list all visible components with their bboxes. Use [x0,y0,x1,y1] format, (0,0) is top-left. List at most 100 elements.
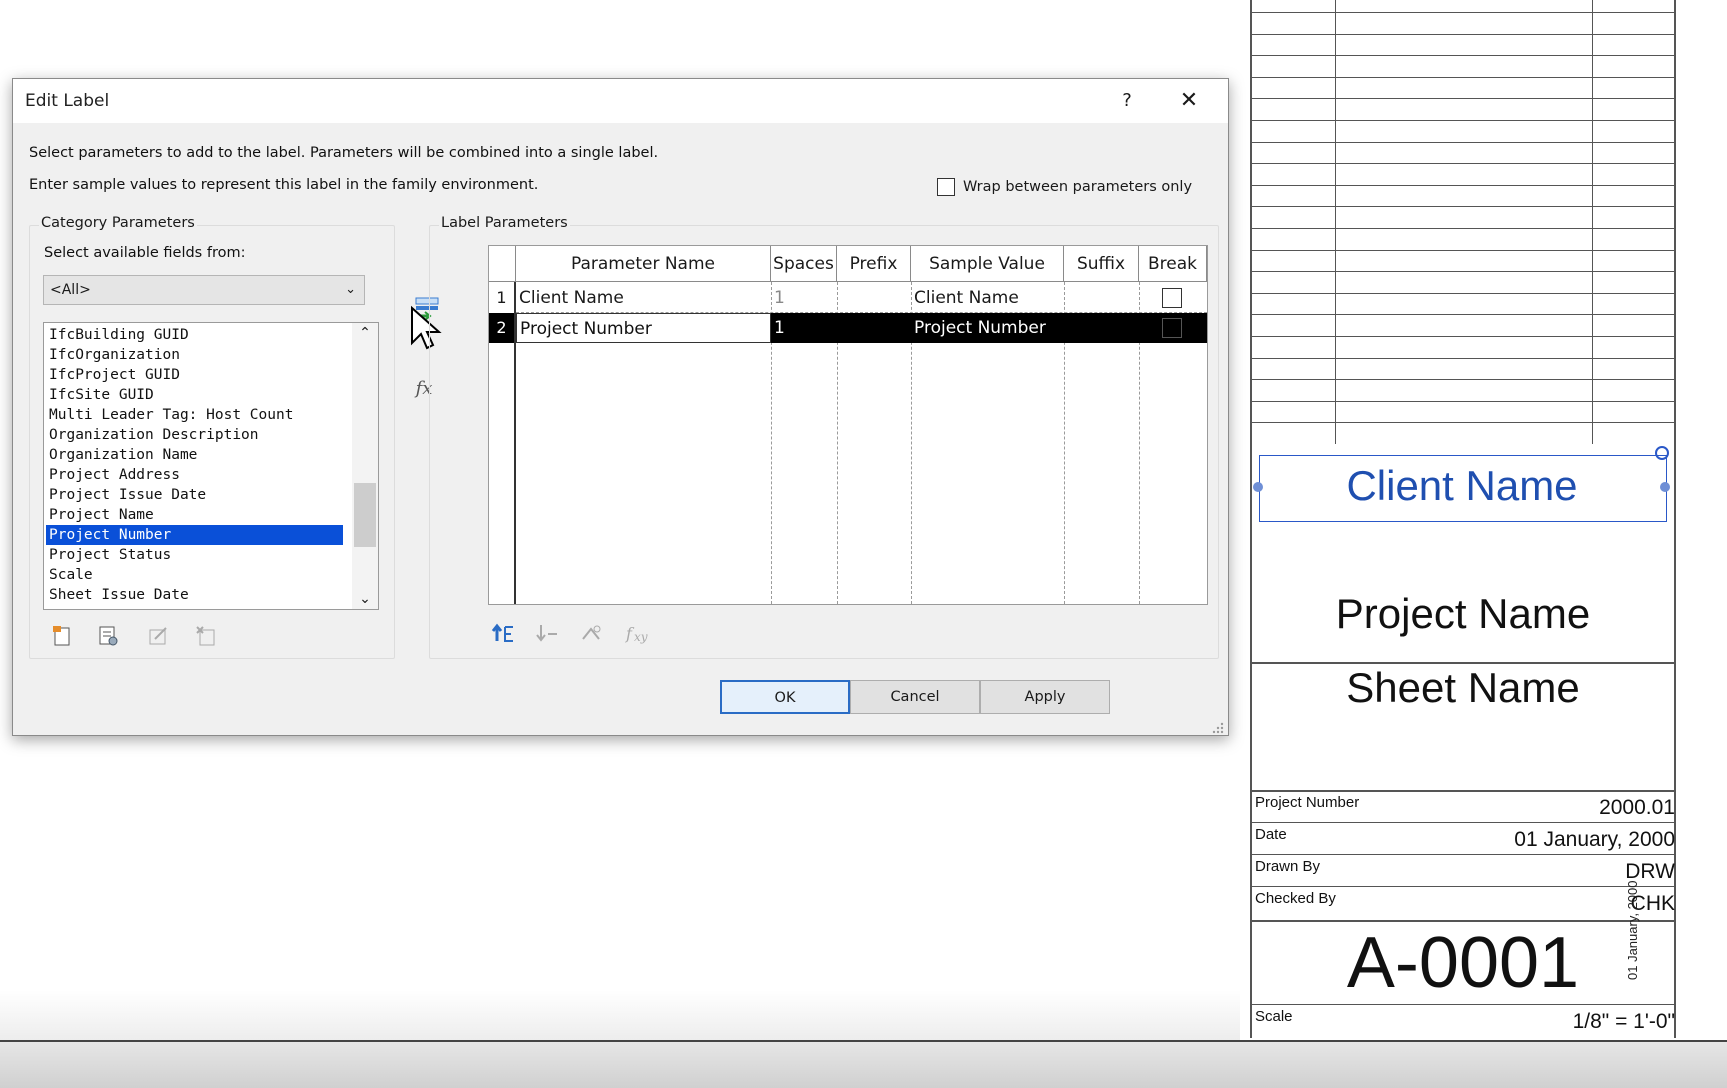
cell-spaces[interactable]: 1 [771,313,837,343]
list-item[interactable]: Organization Description [46,425,343,445]
schedule-row-line [1250,55,1676,56]
list-item[interactable]: Project Status [46,545,343,565]
dialog-title: Edit Label [25,91,110,111]
status-bar [0,1040,1727,1088]
footer-fade [0,990,1240,1040]
label-parameters-title: Label Parameters [439,215,570,231]
row-number[interactable]: 1 [489,283,516,313]
break-checkbox[interactable] [1162,288,1182,308]
close-button[interactable]: ✕ [1168,85,1210,117]
tb-scale-label: Scale [1255,1008,1293,1025]
titleblock-divider [1250,854,1676,855]
titleblock-divider [1250,822,1676,823]
list-item[interactable]: Scale [46,565,343,585]
schedule-divider [1592,0,1593,444]
list-item[interactable]: Project Address [46,465,343,485]
edit-label-dialog: Edit Label ? ✕ Select parameters to add … [12,78,1229,736]
cell-spaces[interactable]: 1 [771,283,837,313]
titleblock-sheet-name: Sheet Name [1346,664,1580,711]
chevron-down-icon: ⌄ [345,282,356,297]
schedule-row-line [1250,401,1676,402]
schedule-row-line [1250,34,1676,35]
new-parameter-icon[interactable] [49,623,75,649]
list-item-selected[interactable]: Project Number [46,525,343,545]
cell-prefix[interactable] [837,313,911,343]
move-down-icon[interactable] [535,621,561,647]
column-header-sample-value[interactable]: Sample Value [911,246,1064,282]
tb-field-label: Project Number [1255,794,1360,811]
delete-parameter-icon[interactable] [193,623,219,649]
cell-parameter-name-editing[interactable]: Project Number [516,313,771,343]
schedule-row-line [1250,271,1676,272]
tb-field-value: 01 January, 2000 [1514,828,1675,851]
scrollbar-thumb[interactable] [354,483,376,547]
scroll-down-icon[interactable]: ⌄ [352,591,378,607]
tb-field-label: Checked By [1255,890,1336,907]
schedule-row-line [1250,422,1676,423]
instruction-text: Select parameters to add to the label. P… [29,145,659,161]
schedule-row-line [1250,12,1676,13]
list-item[interactable]: IfcProject GUID [46,365,343,385]
select-fields-label: Select available fields from: [44,245,246,261]
help-button[interactable]: ? [1108,87,1146,115]
schedule-row-line [1250,228,1676,229]
modify-parameter-icon[interactable] [145,623,171,649]
schedule-row-line [1250,293,1676,294]
tb-field-value: 2000.01 [1599,796,1675,819]
list-item[interactable]: IfcSite GUID [46,385,343,405]
rotate-grip-icon[interactable] [1655,446,1669,460]
break-checkbox[interactable] [1162,318,1182,338]
category-parameters-list[interactable]: IfcBuilding GUID IfcOrganization IfcProj… [43,322,379,610]
schedule-row-line [1250,98,1676,99]
titleblock-divider [1250,1004,1676,1005]
list-item[interactable]: Sheet Issue Date [46,585,343,605]
label-parameters-grid[interactable]: Parameter Name Spaces Prefix Sample Valu… [488,245,1208,605]
list-item[interactable]: Project Issue Date [46,485,343,505]
cancel-button[interactable]: Cancel [850,680,980,714]
cell-prefix[interactable] [837,283,911,313]
cell-parameter-name[interactable]: Client Name [516,283,771,313]
column-header-break[interactable]: Break [1139,246,1207,282]
list-scrollbar[interactable]: ⌃ ⌄ [352,323,378,609]
cell-suffix[interactable] [1064,283,1139,313]
fields-source-dropdown[interactable]: <All> ⌄ [43,275,365,305]
edit-parameter-icon[interactable] [95,623,121,649]
column-header-prefix[interactable]: Prefix [837,246,911,282]
cell-sample-value[interactable]: Client Name [911,283,1064,313]
resize-grip-icon[interactable] [1212,719,1224,734]
apply-button[interactable]: Apply [980,680,1110,714]
dropdown-value: <All> [50,282,91,298]
schedule-divider [1335,0,1336,444]
move-up-icon[interactable] [491,621,517,647]
titleblock-project-name: Project Name [1335,590,1591,637]
edit-units-icon[interactable] [579,621,605,647]
list-item[interactable]: Project Name [46,505,343,525]
schedule-row-line [1250,379,1676,380]
list-item[interactable]: IfcBuilding GUID [46,325,343,345]
column-header-suffix[interactable]: Suffix [1064,246,1139,282]
list-item[interactable]: IfcOrganization [46,345,343,365]
scroll-up-icon[interactable]: ⌃ [352,325,378,341]
row-number[interactable]: 2 [489,313,516,343]
tb-scale-value: 1/8" = 1'-0" [1572,1010,1675,1033]
list-item[interactable]: Organization Name [46,445,343,465]
titleblock-client-name: Client Name [1346,462,1578,509]
vertical-date: 01 January, 2000 [1625,880,1640,981]
schedule-row-line [1250,120,1676,121]
titleblock-sheet-number: A-0001 [1346,923,1580,1003]
formula-icon[interactable]: f xy [623,621,649,647]
schedule-row-line [1250,336,1676,337]
cell-sample-value[interactable]: Project Number [911,313,1064,343]
category-parameters-title: Category Parameters [39,215,197,231]
wrap-between-parameters-checkbox[interactable] [937,178,955,196]
list-item[interactable]: Multi Leader Tag: Host Count [46,405,343,425]
column-header-parameter-name[interactable]: Parameter Name [516,246,771,282]
schedule-row-line [1250,250,1676,251]
dialog-titlebar[interactable]: Edit Label ? ✕ [13,79,1228,123]
schedule-row-line [1250,77,1676,78]
cell-suffix[interactable] [1064,313,1139,343]
column-header-spaces[interactable]: Spaces [771,246,837,282]
schedule-row-line [1250,314,1676,315]
grid-corner [489,246,516,282]
ok-button[interactable]: OK [720,680,850,714]
